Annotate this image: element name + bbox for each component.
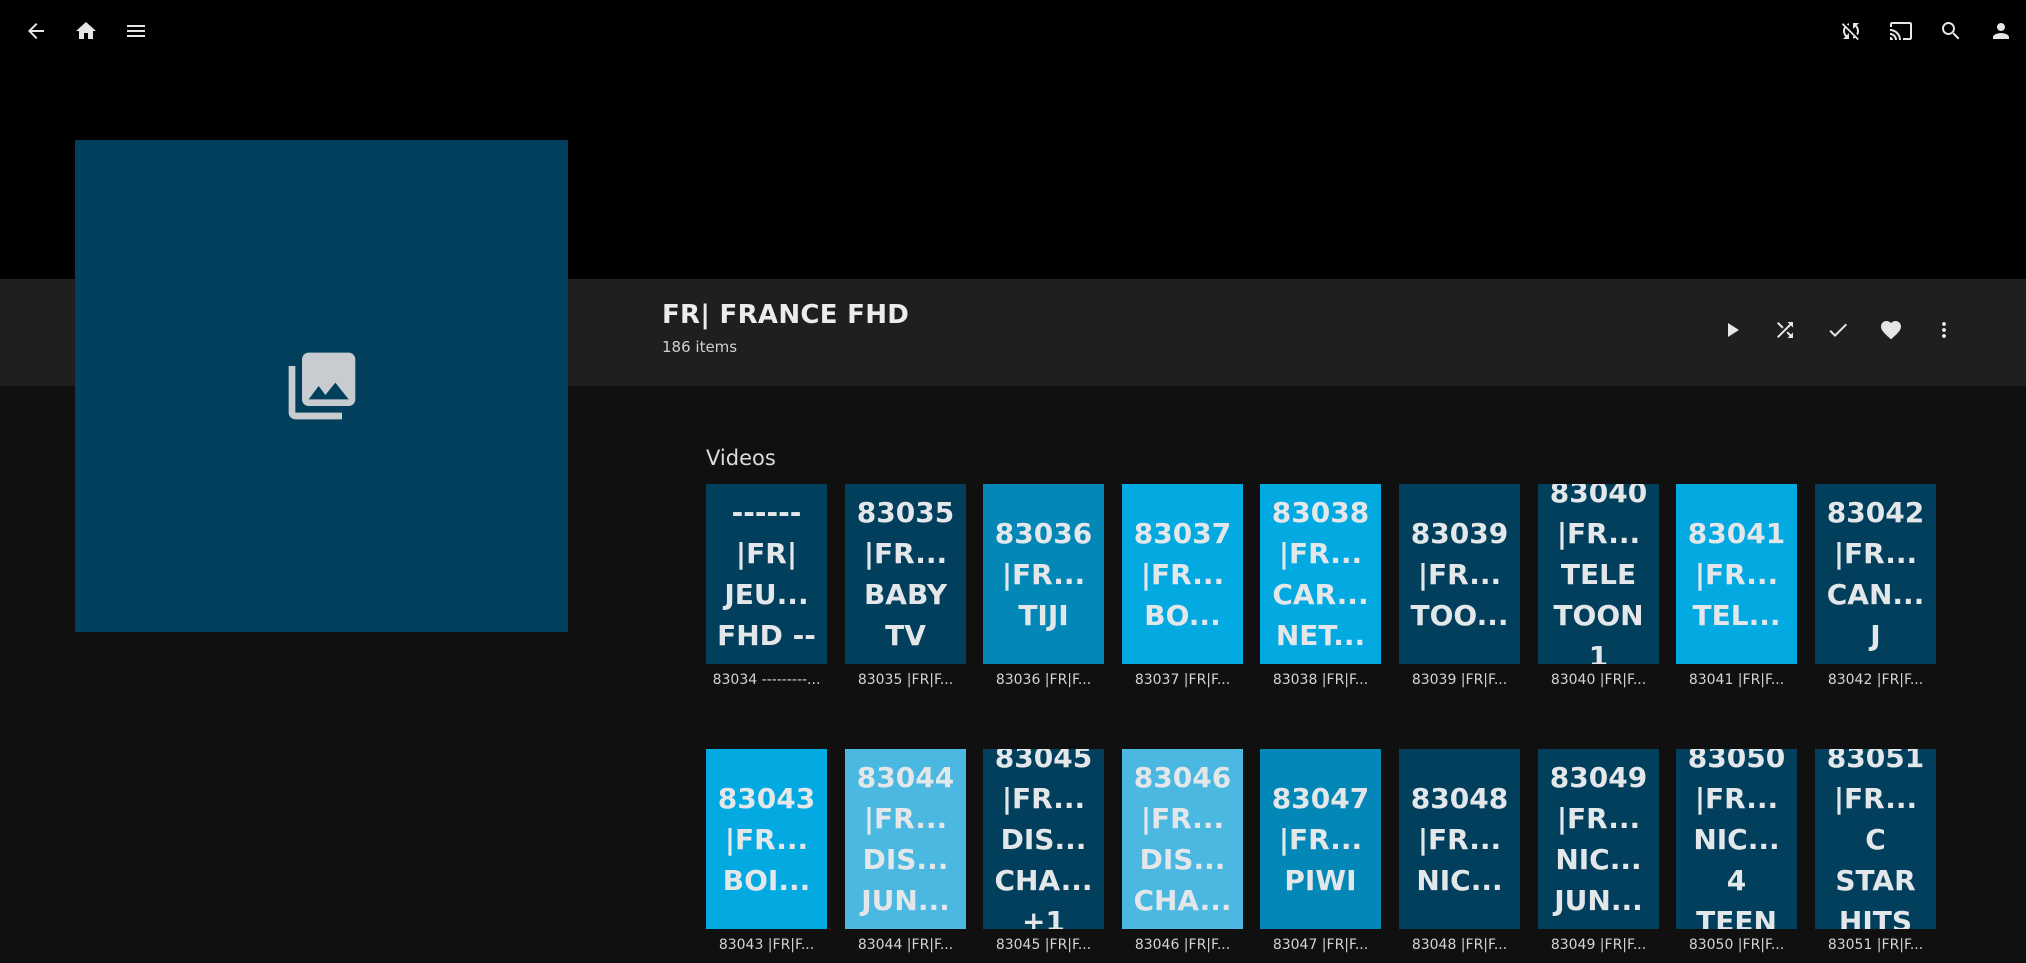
sync-disabled-icon[interactable]	[1831, 11, 1871, 51]
video-title[interactable]: 83037 |FR|F...	[1122, 672, 1243, 688]
video-thumbnail[interactable]: 83050 |FR... NIC... 4 TEEN	[1676, 749, 1797, 929]
video-card[interactable]: 83039 |FR... TOO... 83039 |FR|F...	[1399, 484, 1520, 688]
video-title[interactable]: 83041 |FR|F...	[1676, 672, 1797, 688]
video-card[interactable]: 83042 |FR... CAN... J 83042 |FR|F...	[1815, 484, 1936, 688]
video-thumbnail-text: 83048 |FR... NIC...	[1410, 781, 1509, 897]
video-thumbnail-text: 83035 |FR... BABY TV	[856, 496, 955, 652]
video-thumbnail-text: 83036 |FR... TIJI	[994, 516, 1093, 632]
video-thumbnail[interactable]: 83039 |FR... TOO...	[1399, 484, 1520, 664]
arrow-left-icon[interactable]	[16, 11, 56, 51]
video-thumbnail-text: 83051 |FR... C STAR HITS	[1826, 749, 1925, 929]
item-poster	[75, 140, 568, 632]
video-thumbnail[interactable]: ------ |FR| JEU... FHD --	[706, 484, 827, 664]
video-thumbnail[interactable]: 83036 |FR... TIJI	[983, 484, 1104, 664]
photo-library-icon	[288, 352, 355, 420]
cast-icon[interactable]	[1881, 11, 1921, 51]
video-thumbnail-text: 83042 |FR... CAN... J	[1826, 496, 1925, 652]
video-thumbnail[interactable]: 83047 |FR... PIWI	[1260, 749, 1381, 929]
video-card[interactable]: 83048 |FR... NIC... 83048 |FR|F...	[1399, 749, 1520, 953]
shuffle-icon[interactable]	[1765, 310, 1805, 350]
page-title: FR| FRANCE FHD	[662, 300, 910, 330]
video-thumbnail[interactable]: 83038 |FR... CAR... NET...	[1260, 484, 1381, 664]
video-thumbnail[interactable]: 83049 |FR... NIC... JUN...	[1538, 749, 1659, 929]
video-card[interactable]: ------ |FR| JEU... FHD -- 83034 ---------…	[706, 484, 827, 688]
video-title[interactable]: 83034 ---------...	[706, 672, 827, 688]
video-title[interactable]: 83040 |FR|F...	[1538, 672, 1659, 688]
video-card[interactable]: 83040 |FR... TELE TOON 1 83040 |FR|F...	[1538, 484, 1659, 688]
video-thumbnail-text: 83043 |FR... BOI...	[717, 781, 816, 897]
video-card[interactable]: 83049 |FR... NIC... JUN... 83049 |FR|F...	[1538, 749, 1659, 953]
video-thumbnail-text: 83047 |FR... PIWI	[1271, 781, 1370, 897]
video-thumbnail-text: 83046 |FR... DIS... CHA...	[1133, 761, 1232, 917]
video-thumbnail-text: 83037 |FR... BO...	[1133, 516, 1232, 632]
video-title[interactable]: 83046 |FR|F...	[1122, 937, 1243, 953]
menu-icon[interactable]	[116, 11, 156, 51]
play-icon[interactable]	[1712, 310, 1752, 350]
video-thumbnail-text: 83044 |FR... DIS... JUN...	[856, 761, 955, 917]
video-card[interactable]: 83043 |FR... BOI... 83043 |FR|F...	[706, 749, 827, 953]
video-card[interactable]: 83038 |FR... CAR... NET... 83038 |FR|F...	[1260, 484, 1381, 688]
video-title[interactable]: 83038 |FR|F...	[1260, 672, 1381, 688]
video-thumbnail[interactable]: 83051 |FR... C STAR HITS	[1815, 749, 1936, 929]
video-title[interactable]: 83044 |FR|F...	[845, 937, 966, 953]
video-card[interactable]: 83037 |FR... BO... 83037 |FR|F...	[1122, 484, 1243, 688]
video-thumbnail[interactable]: 83035 |FR... BABY TV	[845, 484, 966, 664]
video-title[interactable]: 83036 |FR|F...	[983, 672, 1104, 688]
video-thumbnail-text: 83038 |FR... CAR... NET...	[1271, 496, 1370, 652]
check-icon[interactable]	[1818, 310, 1858, 350]
account-icon[interactable]	[1981, 11, 2021, 51]
video-title[interactable]: 83048 |FR|F...	[1399, 937, 1520, 953]
video-thumbnail[interactable]: 83046 |FR... DIS... CHA...	[1122, 749, 1243, 929]
video-thumbnail-text: 83045 |FR... DIS... CHA... +1	[994, 749, 1093, 929]
video-card[interactable]: 83045 |FR... DIS... CHA... +1 83045 |FR|F…	[983, 749, 1104, 953]
video-thumbnail[interactable]: 83037 |FR... BO...	[1122, 484, 1243, 664]
video-card[interactable]: 83035 |FR... BABY TV 83035 |FR|F...	[845, 484, 966, 688]
video-thumbnail[interactable]: 83044 |FR... DIS... JUN...	[845, 749, 966, 929]
video-thumbnail-text: 83041 |FR... TEL...	[1687, 516, 1786, 632]
home-icon[interactable]	[66, 11, 106, 51]
video-thumbnail[interactable]: 83048 |FR... NIC...	[1399, 749, 1520, 929]
video-thumbnail[interactable]: 83045 |FR... DIS... CHA... +1	[983, 749, 1104, 929]
more-vert-icon[interactable]	[1924, 310, 1964, 350]
video-title[interactable]: 83050 |FR|F...	[1676, 937, 1797, 953]
video-title[interactable]: 83051 |FR|F...	[1815, 937, 1936, 953]
video-card[interactable]: 83050 |FR... NIC... 4 TEEN 83050 |FR|F...	[1676, 749, 1797, 953]
video-card[interactable]: 83046 |FR... DIS... CHA... 83046 |FR|F...	[1122, 749, 1243, 953]
video-thumbnail-text: ------ |FR| JEU... FHD --	[717, 496, 816, 652]
section-title-videos[interactable]: Videos	[706, 446, 776, 470]
video-thumbnail-text: 83049 |FR... NIC... JUN...	[1549, 761, 1648, 917]
video-title[interactable]: 83039 |FR|F...	[1399, 672, 1520, 688]
video-card[interactable]: 83036 |FR... TIJI 83036 |FR|F...	[983, 484, 1104, 688]
video-thumbnail-text: 83040 |FR... TELE TOON 1	[1549, 484, 1648, 664]
heart-icon[interactable]	[1871, 310, 1911, 350]
video-title[interactable]: 83049 |FR|F...	[1538, 937, 1659, 953]
video-card[interactable]: 83047 |FR... PIWI 83047 |FR|F...	[1260, 749, 1381, 953]
video-card[interactable]: 83041 |FR... TEL... 83041 |FR|F...	[1676, 484, 1797, 688]
video-thumbnail[interactable]: 83041 |FR... TEL...	[1676, 484, 1797, 664]
video-thumbnail-text: 83039 |FR... TOO...	[1410, 516, 1509, 632]
video-thumbnail-text: 83050 |FR... NIC... 4 TEEN	[1687, 749, 1786, 929]
video-title[interactable]: 83047 |FR|F...	[1260, 937, 1381, 953]
video-title[interactable]: 83035 |FR|F...	[845, 672, 966, 688]
video-card[interactable]: 83044 |FR... DIS... JUN... 83044 |FR|F...	[845, 749, 966, 953]
search-icon[interactable]	[1931, 11, 1971, 51]
video-thumbnail[interactable]: 83042 |FR... CAN... J	[1815, 484, 1936, 664]
item-count: 186 items	[662, 338, 738, 356]
video-thumbnail[interactable]: 83043 |FR... BOI...	[706, 749, 827, 929]
video-title[interactable]: 83042 |FR|F...	[1815, 672, 1936, 688]
video-title[interactable]: 83045 |FR|F...	[983, 937, 1104, 953]
top-app-bar	[0, 0, 2026, 62]
video-title[interactable]: 83043 |FR|F...	[706, 937, 827, 953]
video-card[interactable]: 83051 |FR... C STAR HITS 83051 |FR|F...	[1815, 749, 1936, 953]
video-thumbnail[interactable]: 83040 |FR... TELE TOON 1	[1538, 484, 1659, 664]
